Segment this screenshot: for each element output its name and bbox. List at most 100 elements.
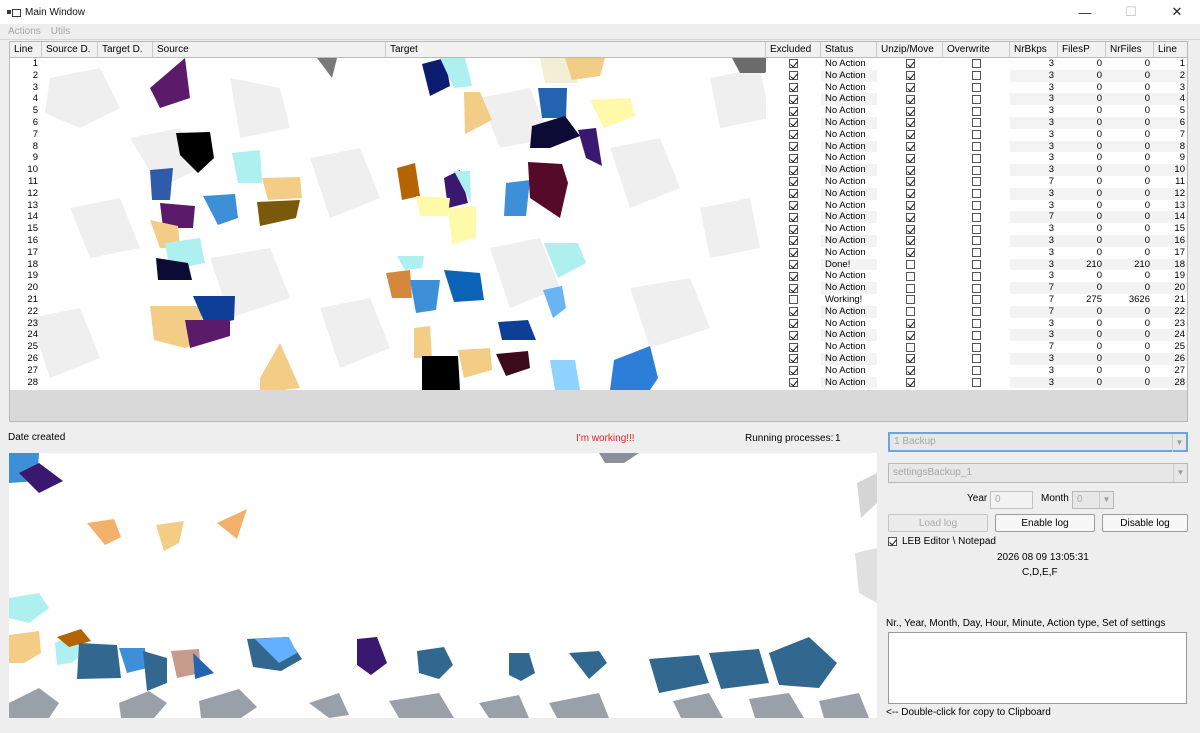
year-input[interactable]: 0 — [990, 491, 1033, 509]
unzip-move-checkbox[interactable] — [905, 71, 915, 81]
overwrite-checkbox[interactable] — [972, 318, 981, 328]
excluded-checkbox[interactable] — [789, 224, 798, 234]
table-row[interactable]: 16 No Action 3 0 0 16 — [10, 235, 1187, 247]
table-row[interactable]: 9 No Action 3 0 0 9 — [10, 152, 1187, 165]
overwrite-checkbox[interactable] — [972, 307, 981, 317]
overwrite-checkbox[interactable] — [972, 224, 981, 234]
overwrite-checkbox[interactable] — [972, 354, 981, 364]
unzip-move-checkbox[interactable] — [905, 165, 915, 175]
excluded-checkbox[interactable] — [789, 318, 798, 328]
unzip-move-checkbox[interactable] — [905, 189, 915, 199]
unzip-move-checkbox[interactable] — [905, 342, 915, 352]
table-row[interactable]: 23 No Action 3 0 0 23 — [10, 317, 1187, 330]
table-row[interactable]: 28 No Action 3 0 0 28 — [10, 376, 1187, 389]
table-row[interactable]: 13 No Action 3 0 0 13 — [10, 199, 1187, 212]
column-header-target[interactable]: Target — [386, 42, 766, 58]
backup-combo[interactable]: 1 Backup ▼ — [888, 432, 1188, 452]
unzip-move-checkbox[interactable] — [905, 141, 915, 151]
table-row[interactable]: 4 No Action 3 0 0 4 — [10, 93, 1187, 106]
table-row[interactable]: 3 No Action 3 0 0 3 — [10, 81, 1187, 94]
table-row[interactable]: 8 No Action 3 0 0 8 — [10, 140, 1187, 153]
maximize-button[interactable]: ☐ — [1108, 0, 1154, 24]
column-header-excluded[interactable]: Excluded — [766, 42, 821, 58]
enable-log-button[interactable]: Enable log — [995, 514, 1095, 532]
overwrite-checkbox[interactable] — [972, 165, 981, 175]
table-row[interactable]: 26 No Action 3 0 0 26 — [10, 353, 1187, 365]
unzip-move-checkbox[interactable] — [905, 318, 915, 328]
unzip-move-checkbox[interactable] — [905, 271, 915, 281]
editor-option[interactable]: LEB Editor \ Notepad — [888, 536, 996, 547]
overwrite-checkbox[interactable] — [972, 283, 981, 293]
column-header-nrfiles[interactable]: NrFiles — [1106, 42, 1154, 58]
column-header-line[interactable]: Line — [10, 42, 42, 58]
excluded-checkbox[interactable] — [789, 248, 798, 258]
excluded-checkbox[interactable] — [789, 177, 798, 187]
table-row[interactable]: 19 No Action 3 0 0 19 — [10, 270, 1187, 283]
column-header-source-d[interactable]: Source D. — [42, 42, 98, 58]
excluded-checkbox[interactable] — [789, 71, 798, 81]
excluded-checkbox[interactable] — [789, 307, 798, 317]
unzip-move-checkbox[interactable] — [905, 259, 915, 269]
excluded-checkbox[interactable] — [789, 165, 798, 175]
table-row[interactable]: 17 No Action 3 0 0 17 — [10, 246, 1187, 259]
excluded-checkbox[interactable] — [789, 153, 798, 163]
overwrite-checkbox[interactable] — [972, 130, 981, 140]
unzip-move-checkbox[interactable] — [905, 212, 915, 222]
excluded-checkbox[interactable] — [789, 141, 798, 151]
excluded-checkbox[interactable] — [789, 259, 798, 269]
unzip-move-checkbox[interactable] — [905, 106, 915, 116]
table-row[interactable]: 12 No Action 3 0 0 12 — [10, 187, 1187, 200]
unzip-move-checkbox[interactable] — [905, 94, 915, 104]
table-row[interactable]: 7 No Action 3 0 0 7 — [10, 128, 1187, 141]
unzip-move-checkbox[interactable] — [905, 130, 915, 140]
unzip-move-checkbox[interactable] — [905, 224, 915, 234]
excluded-checkbox[interactable] — [789, 295, 798, 305]
table-row[interactable]: 2 No Action 3 0 0 2 — [10, 69, 1187, 82]
overwrite-checkbox[interactable] — [972, 200, 981, 210]
editor-checkbox[interactable] — [888, 537, 897, 546]
overwrite-checkbox[interactable] — [972, 82, 981, 92]
unzip-move-checkbox[interactable] — [905, 377, 915, 387]
column-header-filesp[interactable]: FilesP — [1058, 42, 1106, 58]
unzip-move-checkbox[interactable] — [905, 248, 915, 258]
column-header-status[interactable]: Status — [821, 42, 877, 58]
column-header-target-d[interactable]: Target D. — [98, 42, 153, 58]
table-row[interactable]: 14 No Action 7 0 0 14 — [10, 211, 1187, 224]
unzip-move-checkbox[interactable] — [905, 153, 915, 163]
overwrite-checkbox[interactable] — [972, 342, 981, 352]
excluded-checkbox[interactable] — [789, 94, 798, 104]
excluded-checkbox[interactable] — [789, 354, 798, 364]
unzip-move-checkbox[interactable] — [905, 200, 915, 210]
overwrite-checkbox[interactable] — [972, 248, 981, 258]
table-row[interactable]: 21 Working! 7 275 3626 21 — [10, 294, 1187, 306]
column-header-unzip-move[interactable]: Unzip/Move — [877, 42, 943, 58]
excluded-checkbox[interactable] — [789, 106, 798, 116]
overwrite-checkbox[interactable] — [972, 271, 981, 281]
table-row[interactable]: 6 No Action 3 0 0 6 — [10, 117, 1187, 129]
settings-combo[interactable]: settingsBackup_1 ▼ — [888, 463, 1188, 483]
menu-actions[interactable]: Actions — [8, 26, 41, 37]
excluded-checkbox[interactable] — [789, 200, 798, 210]
table-row[interactable]: 18 Done! 3 210 210 18 — [10, 258, 1187, 271]
excluded-checkbox[interactable] — [789, 366, 798, 376]
unzip-move-checkbox[interactable] — [905, 354, 915, 364]
table-row[interactable]: 20 No Action 7 0 0 20 — [10, 282, 1187, 294]
excluded-checkbox[interactable] — [789, 271, 798, 281]
overwrite-checkbox[interactable] — [972, 94, 981, 104]
table-row[interactable]: 25 No Action 7 0 0 25 — [10, 341, 1187, 353]
unzip-move-checkbox[interactable] — [905, 307, 915, 317]
unzip-move-checkbox[interactable] — [905, 283, 915, 293]
column-header-overwrite[interactable]: Overwrite — [943, 42, 1010, 58]
table-row[interactable]: 11 No Action 7 0 0 11 — [10, 176, 1187, 188]
unzip-move-checkbox[interactable] — [905, 59, 915, 69]
close-button[interactable]: ✕ — [1154, 0, 1200, 24]
overwrite-checkbox[interactable] — [972, 59, 981, 69]
overwrite-checkbox[interactable] — [972, 259, 981, 269]
disable-log-button[interactable]: Disable log — [1102, 514, 1188, 532]
column-header-nrbkps[interactable]: NrBkps — [1010, 42, 1058, 58]
excluded-checkbox[interactable] — [789, 283, 798, 293]
overwrite-checkbox[interactable] — [972, 71, 981, 81]
table-row[interactable]: 15 No Action 3 0 0 15 — [10, 223, 1187, 235]
minimize-button[interactable]: — — [1062, 0, 1108, 24]
excluded-checkbox[interactable] — [789, 212, 798, 222]
